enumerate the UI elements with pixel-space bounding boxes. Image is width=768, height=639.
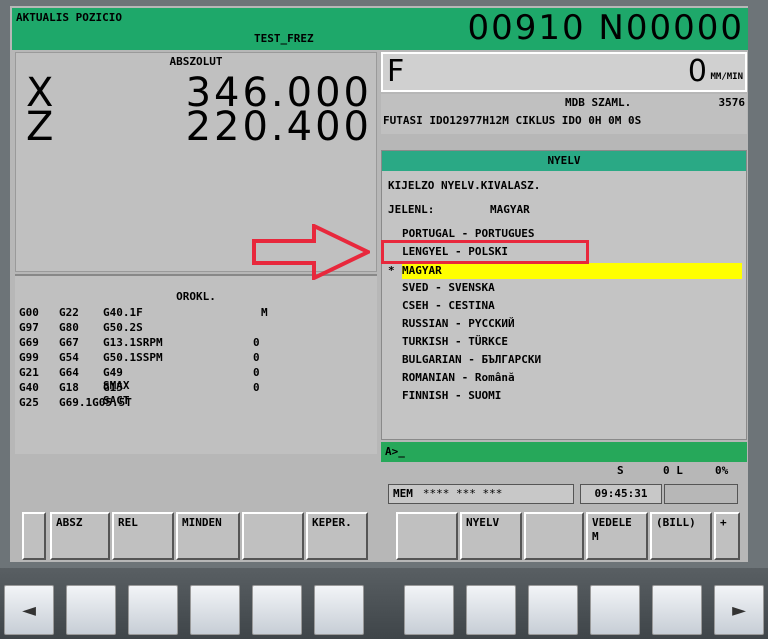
hardware-softkey-4[interactable] bbox=[252, 585, 302, 635]
modal-code-cell: M bbox=[261, 306, 268, 319]
program-name: TEST_FREZ bbox=[254, 32, 314, 45]
modal-code-cell: G13.1SRPM bbox=[103, 336, 163, 349]
modal-code-cell: G99 bbox=[19, 351, 39, 364]
language-panel: NYELV KIJELZO NYELV.KIVALASZ. JELENL: MA… bbox=[381, 150, 747, 440]
language-option[interactable]: FINNISH - SUOMI bbox=[402, 389, 501, 402]
language-option[interactable]: PORTUGAL - PORTUGUES bbox=[402, 227, 534, 240]
position-mode-label: ABSZOLUT bbox=[169, 55, 223, 68]
hardware-softkey-5[interactable] bbox=[314, 585, 364, 635]
clock: 09:45:31 bbox=[580, 484, 662, 504]
run-state: **** *** *** bbox=[422, 487, 503, 500]
selected-language-highlight bbox=[402, 263, 742, 279]
feed-value: 0 bbox=[687, 54, 707, 89]
arrow-left-icon: ◄ bbox=[22, 600, 36, 621]
selected-marker: * bbox=[388, 264, 395, 277]
load-percent: 0% bbox=[715, 464, 729, 477]
hardware-softkey-8[interactable] bbox=[528, 585, 578, 635]
softkey-blank-3[interactable] bbox=[524, 512, 584, 560]
softkey-vedelem[interactable]: VEDELE M bbox=[586, 512, 648, 560]
load-value: 0 L bbox=[663, 464, 683, 477]
modal-codes-title: OROKL. bbox=[176, 290, 216, 303]
modal-code-cell: G40.1F bbox=[103, 306, 143, 319]
softkey-blank-2[interactable] bbox=[396, 512, 458, 560]
softkey-left-prev[interactable] bbox=[22, 512, 46, 560]
modal-code-cell: 0 bbox=[253, 351, 260, 364]
modal-code-cell: 0 bbox=[253, 366, 260, 379]
modal-code-cell: G64 bbox=[59, 366, 79, 379]
softkey-next[interactable]: + bbox=[714, 512, 740, 560]
mode-label: MEM bbox=[393, 487, 413, 500]
program-number: 00910 N00000 bbox=[467, 8, 744, 48]
language-option[interactable]: CSEH - CESTINA bbox=[402, 299, 495, 312]
language-option[interactable]: MAGYAR bbox=[402, 264, 442, 277]
modal-code-cell: G80 bbox=[59, 321, 79, 334]
current-language-value: MAGYAR bbox=[490, 203, 530, 216]
language-option[interactable]: BULGARIAN - БЪЛГАРСКИ bbox=[402, 353, 541, 366]
modal-code-cell: G50.1SSPM bbox=[103, 351, 163, 364]
softkey-bill[interactable]: (BILL) bbox=[650, 512, 712, 560]
hardware-softkey-6[interactable] bbox=[404, 585, 454, 635]
language-option[interactable]: SVED - SVENSKA bbox=[402, 281, 495, 294]
annotation-highlight-box bbox=[381, 240, 589, 264]
next-page-key[interactable]: ► bbox=[714, 585, 764, 635]
current-language-label: JELENL: bbox=[388, 203, 435, 216]
status-blank-cell bbox=[664, 484, 738, 504]
prev-page-key[interactable]: ◄ bbox=[4, 585, 54, 635]
language-panel-title: NYELV bbox=[382, 151, 746, 171]
language-prompt: KIJELZO NYELV.KIVALASZ. bbox=[388, 179, 541, 192]
language-option[interactable]: RUSSIAN - PYCCKИЙ bbox=[402, 317, 515, 330]
modal-code-cell: G67 bbox=[59, 336, 79, 349]
mdb-counter-label: MDB SZAML. bbox=[565, 96, 632, 109]
modal-code-cell: G50.2S bbox=[103, 321, 143, 334]
hardware-softkey-3[interactable] bbox=[190, 585, 240, 635]
header-bar: AKTUALIS POZICIO TEST_FREZ 00910 N00000 bbox=[12, 8, 748, 50]
softkey-minden[interactable]: MINDEN bbox=[176, 512, 240, 560]
hardware-softkey-1[interactable] bbox=[66, 585, 116, 635]
hardware-softkey-2[interactable] bbox=[128, 585, 178, 635]
softkey-blank-1[interactable] bbox=[242, 512, 304, 560]
arrow-right-icon: ► bbox=[732, 600, 746, 621]
feed-panel: F 0 MM/MIN bbox=[381, 52, 747, 92]
feed-label: F bbox=[387, 54, 405, 89]
modal-code-cell: G97 bbox=[19, 321, 39, 334]
screen-title: AKTUALIS POZICIO bbox=[16, 11, 122, 24]
hardware-softkey-9[interactable] bbox=[590, 585, 640, 635]
modal-code-cell: G21 bbox=[19, 366, 39, 379]
modal-code-cell: G40 bbox=[19, 381, 39, 394]
modal-code-cell: G25 bbox=[19, 396, 39, 409]
language-option[interactable]: ROMANIAN - Română bbox=[402, 371, 515, 384]
softkey-nyelv[interactable]: NYELV bbox=[460, 512, 522, 560]
feed-unit: MM/MIN bbox=[710, 72, 743, 82]
input-prompt[interactable]: A>_ bbox=[381, 442, 747, 462]
softkey-rel[interactable]: REL bbox=[112, 512, 174, 560]
language-option[interactable]: TURKISH - TÜRKCE bbox=[402, 335, 508, 348]
z-axis-label: Z bbox=[26, 104, 54, 150]
mode-status: MEM **** *** *** bbox=[388, 484, 574, 504]
runtime-readout: FUTASI IDO12977H12M CIKLUS IDO 0H 0M 0S bbox=[383, 114, 642, 127]
runtime-panel: MDB SZAML. 3576 FUTASI IDO12977H12M CIKL… bbox=[381, 94, 747, 134]
hardware-softkey-7[interactable] bbox=[466, 585, 516, 635]
z-axis-value: 220.400 bbox=[185, 104, 372, 150]
spindle-label: S bbox=[617, 464, 624, 477]
modal-code-cell: 0 bbox=[253, 336, 260, 349]
spindle-status: S 0 L 0% bbox=[381, 464, 747, 480]
modal-code-cell: G18 bbox=[59, 381, 79, 394]
hardware-softkey-10[interactable] bbox=[652, 585, 702, 635]
mdb-counter-value: 3576 bbox=[718, 96, 746, 109]
modal-codes-panel: OROKL. G00 G22 G40.1F M G97 G80 G50.2S G69 G67 G1… bbox=[15, 274, 377, 454]
softkey-absz[interactable]: ABSZ bbox=[50, 512, 110, 560]
modal-code-cell: G00 bbox=[19, 306, 39, 319]
annotation-arrow-icon bbox=[252, 224, 370, 280]
modal-code-cell: G69 bbox=[19, 336, 39, 349]
modal-code-cell: 0 bbox=[253, 381, 260, 394]
modal-code-cell: G69.1G05.5T bbox=[59, 396, 132, 409]
modal-code-cell: G22 bbox=[59, 306, 79, 319]
softkey-keper[interactable]: KEPER. bbox=[306, 512, 368, 560]
modal-code-cell: G54 bbox=[59, 351, 79, 364]
